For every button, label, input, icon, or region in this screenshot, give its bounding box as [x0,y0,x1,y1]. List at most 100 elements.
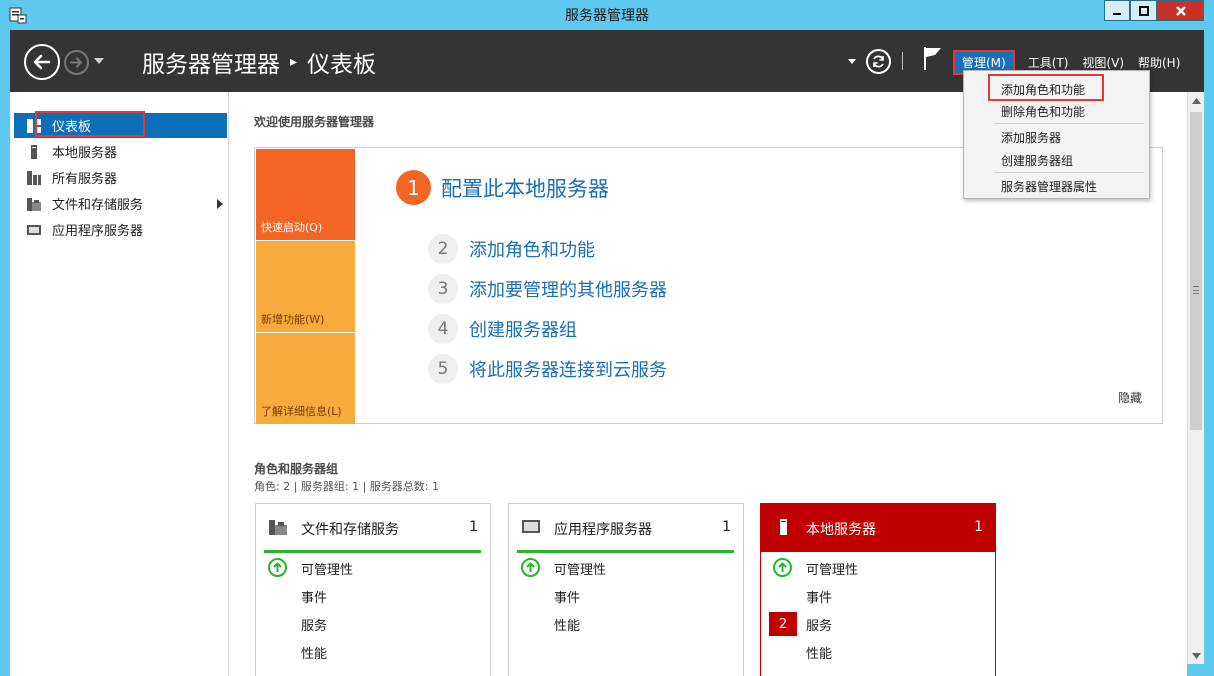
breadcrumb: 服务器管理器 ▸ 仪表板 [142,45,376,79]
card-row-performance[interactable]: 性能 [806,643,832,662]
card-title: 应用程序服务器 [554,522,652,538]
scroll-up-button[interactable] [1188,92,1204,109]
header-divider [902,52,903,70]
card-row-services[interactable]: 服务 [806,615,832,634]
hide-link[interactable]: 隐藏 [1118,389,1142,406]
manage-dropdown-menu: 添加角色和功能 删除角色和功能 添加服务器 创建服务器组 服务器管理器属性 [963,70,1150,199]
step-add-roles[interactable]: 2 添加角色和功能 [428,234,595,264]
sidebar-item-app-server[interactable]: 应用程序服务器 [14,217,227,242]
sidebar-item-dashboard[interactable]: 仪表板 [14,113,227,138]
step-add-servers[interactable]: 3 添加要管理的其他服务器 [428,274,667,304]
sidebar-item-local-server[interactable]: 本地服务器 [14,139,227,164]
breadcrumb-page: 仪表板 [307,52,377,78]
arrow-left-icon [33,54,51,70]
tile-quick-start[interactable]: 快速启动(Q) [256,149,355,240]
menu-item-remove-roles[interactable]: 删除角色和功能 [1001,103,1085,120]
refresh-button[interactable] [866,49,891,74]
card-row-events[interactable]: 事件 [554,587,580,606]
back-button[interactable] [24,44,60,80]
history-dropdown-icon[interactable] [94,58,104,64]
step-link[interactable]: 添加角色和功能 [469,236,595,262]
role-card-local-server[interactable]: 本地服务器 1 可管理性 事件 2 服务 性能 [760,503,996,676]
status-ok-icon [268,558,287,577]
title-bar[interactable]: 服务器管理器 [0,0,1214,30]
card-title: 文件和存储服务 [301,522,399,538]
step-number: 4 [428,314,458,344]
minimize-button[interactable] [1104,0,1130,21]
step-link[interactable]: 将此服务器连接到云服务 [469,356,667,382]
card-header[interactable]: 本地服务器 1 [761,504,995,552]
arrow-right-icon [70,57,82,68]
card-row-manageability[interactable]: 可管理性 [806,559,858,578]
roles-heading: 角色和服务器组 [254,462,339,476]
sidebar-item-file-storage[interactable]: 文件和存储服务 [14,191,227,216]
step-link[interactable]: 配置此本地服务器 [441,173,609,203]
card-row-manageability[interactable]: 可管理性 [301,559,353,578]
menu-item-add-roles[interactable]: 添加角色和功能 [1001,81,1085,98]
status-line [517,550,734,553]
sidebar-item-all-servers[interactable]: 所有服务器 [14,165,227,190]
menu-separator [994,123,1144,124]
card-header[interactable]: 文件和存储服务 1 [256,504,490,552]
card-row-performance[interactable]: 性能 [554,615,580,634]
status-line [264,550,481,553]
chevron-down-icon [1191,652,1201,659]
dashboard-icon [27,118,41,133]
role-card-file-storage[interactable]: 文件和存储服务 1 可管理性 事件 服务 性能 [255,503,491,676]
roles-summary: 角色: 2 | 服务器组: 1 | 服务器总数: 1 [254,480,440,493]
close-button[interactable] [1157,0,1204,21]
step-number: 2 [428,234,458,264]
status-ok-icon [773,558,792,577]
server-manager-window: 服务器管理器 服务器管理器 ▸ 仪表板 管理(M) 工具(T) 视图(V) 帮助… [0,0,1214,676]
card-row-events[interactable]: 事件 [806,587,832,606]
step-configure-local-server[interactable]: 1 配置此本地服务器 [396,170,609,205]
role-card-app-server[interactable]: 应用程序服务器 1 可管理性 事件 性能 [508,503,744,676]
breadcrumb-separator-icon: ▸ [290,54,298,70]
step-link[interactable]: 创建服务器组 [469,316,577,342]
status-ok-icon [521,558,540,577]
card-count: 1 [469,519,478,535]
servers-icon [27,170,41,185]
sidebar-item-label: 仪表板 [52,120,92,135]
step-number: 1 [396,170,431,205]
file-storage-icon [27,197,41,211]
maximize-icon [1138,5,1149,16]
sidebar-item-label: 所有服务器 [52,172,118,187]
scrollbar-thumb[interactable] [1190,112,1202,430]
notifications-flag-icon[interactable] [922,45,944,71]
menu-item-add-servers[interactable]: 添加服务器 [1001,129,1061,146]
sidebar-item-label: 本地服务器 [52,146,118,161]
expand-arrow-icon[interactable] [217,198,223,209]
card-row-manageability[interactable]: 可管理性 [554,559,606,578]
card-count: 1 [974,519,983,535]
forward-button[interactable] [64,50,89,75]
card-header[interactable]: 应用程序服务器 1 [509,504,743,552]
card-row-events[interactable]: 事件 [301,587,327,606]
tile-learn-more[interactable]: 了解详细信息(L) [256,333,355,424]
menu-item-create-group[interactable]: 创建服务器组 [1001,152,1073,169]
scroll-grip-icon [1193,286,1199,294]
step-link[interactable]: 添加要管理的其他服务器 [469,276,667,302]
app-server-icon [522,520,540,533]
sidebar-item-label: 文件和存储服务 [52,198,144,213]
card-row-performance[interactable]: 性能 [301,643,327,662]
menu-item-properties[interactable]: 服务器管理器属性 [1001,178,1097,195]
vertical-scrollbar[interactable] [1187,92,1204,664]
card-row-services[interactable]: 服务 [301,615,327,634]
tile-whats-new[interactable]: 新增功能(W) [256,241,355,332]
close-icon [1175,5,1186,16]
scroll-down-button[interactable] [1188,647,1204,664]
step-connect-cloud[interactable]: 5 将此服务器连接到云服务 [428,354,667,384]
refresh-dropdown-icon[interactable] [848,59,856,64]
step-create-group[interactable]: 4 创建服务器组 [428,314,577,344]
tile-label: 了解详细信息(L) [261,405,342,418]
breadcrumb-app[interactable]: 服务器管理器 [142,45,280,79]
server-icon [31,144,37,159]
maximize-button[interactable] [1130,0,1157,21]
alert-count-badge[interactable]: 2 [769,612,797,636]
sidebar-item-label: 应用程序服务器 [52,224,144,239]
card-title: 本地服务器 [806,522,876,538]
step-number: 5 [428,354,458,384]
window-title: 服务器管理器 [565,8,649,24]
card-count: 1 [722,519,731,535]
